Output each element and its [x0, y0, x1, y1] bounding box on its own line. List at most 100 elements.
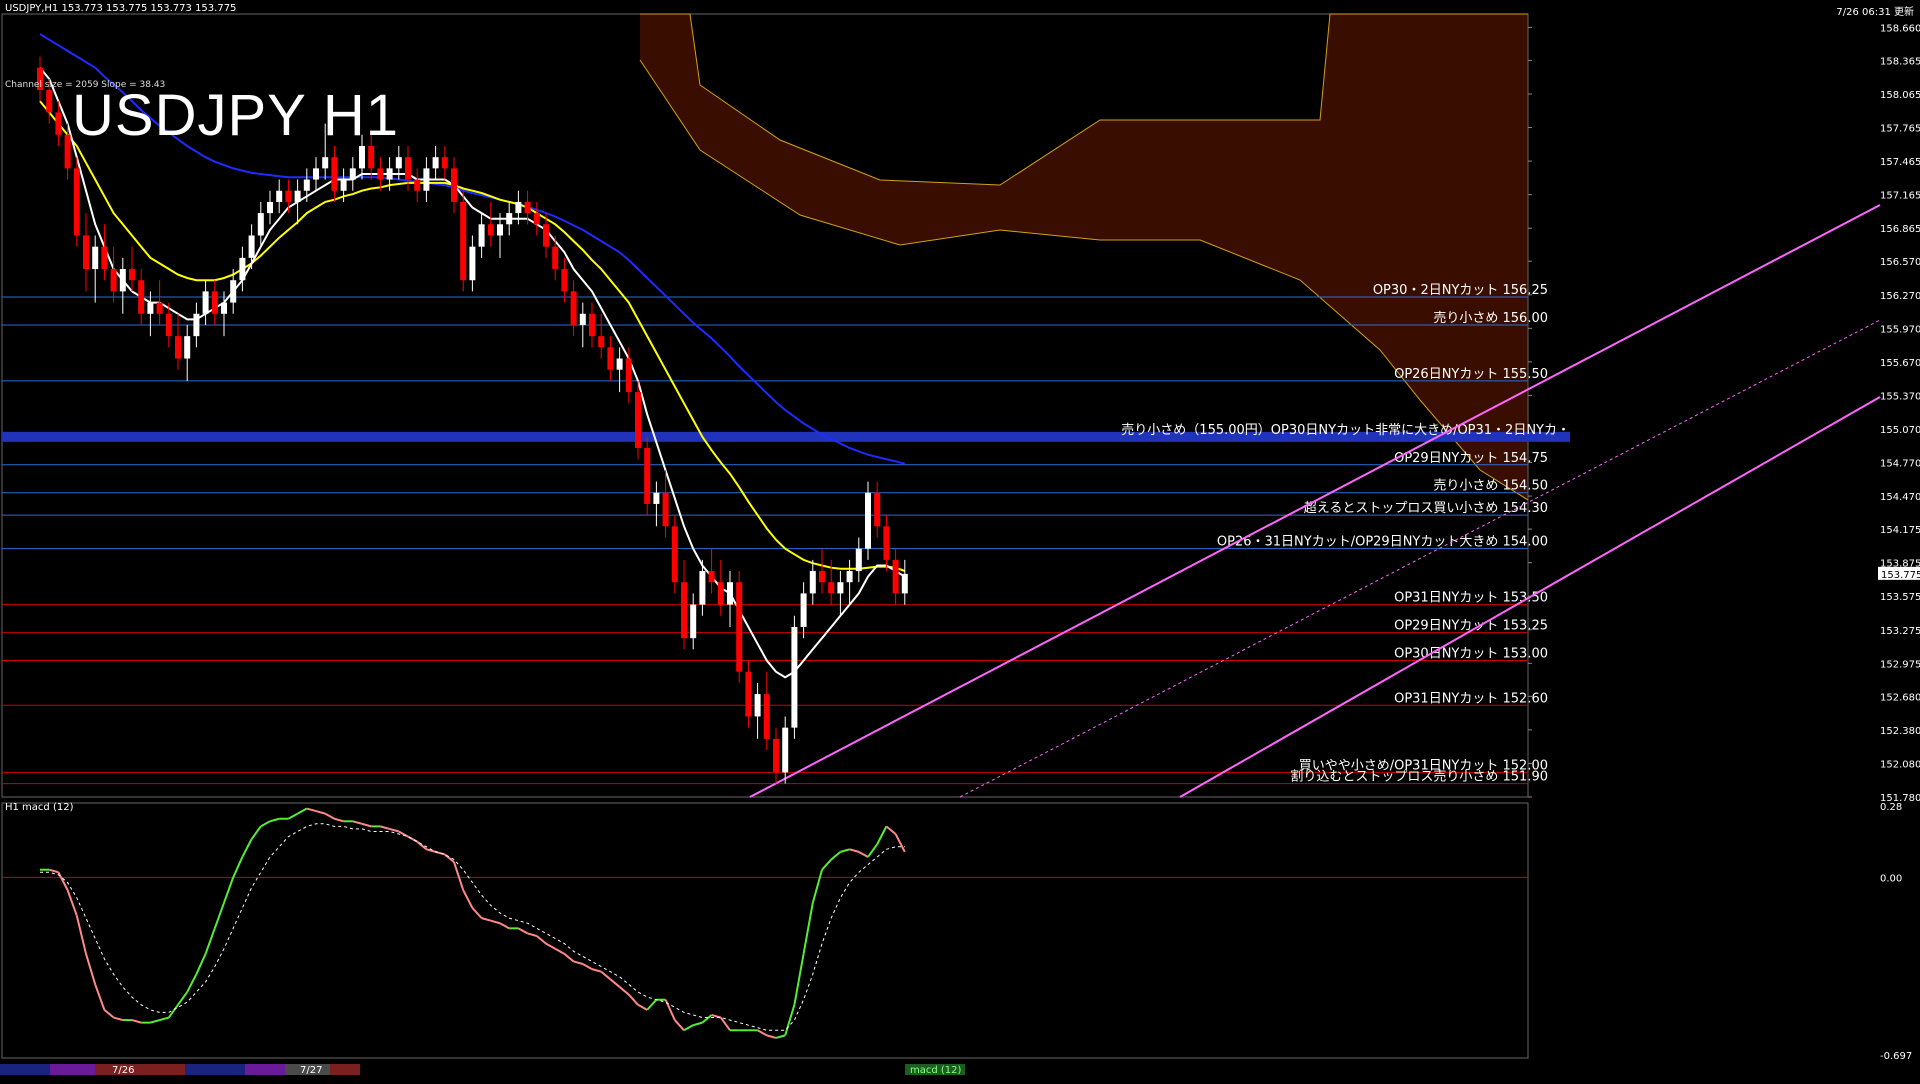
candle-body — [55, 112, 62, 135]
y-tick-label: 153.575 — [1880, 592, 1920, 603]
candle-body — [405, 157, 411, 180]
macd-main-segment — [481, 917, 492, 922]
candle-body — [119, 269, 126, 292]
macd-main-segment — [352, 820, 363, 825]
y-tick-label: 156.570 — [1880, 257, 1920, 268]
level-label: 超えるとストップロス買い小さめ 154.30 — [1304, 501, 1548, 516]
macd-main-segment — [85, 953, 97, 985]
y-tick-label: 156.270 — [1880, 291, 1920, 302]
macd-main-segment — [48, 868, 59, 874]
macd-main-segment — [75, 915, 87, 955]
macd-main-segment — [628, 993, 639, 1006]
candle-body — [736, 582, 743, 672]
level-label: OP26・31日NYカット/OP29日NYカット大きめ 154.00 — [1217, 535, 1548, 550]
candle-body — [598, 336, 605, 348]
macd-main-segment — [204, 927, 216, 955]
macd-main-segment — [591, 968, 602, 973]
candle-body — [73, 168, 80, 236]
candle-body — [303, 179, 310, 191]
candle-body — [809, 571, 816, 594]
level-label: OP30・2日NYカット 156.25 — [1373, 283, 1548, 298]
macd-main-segment — [849, 848, 860, 853]
macd-main-segment — [232, 856, 244, 878]
symbol-header: USDJPY,H1 153.773 153.775 153.773 153.77… — [5, 3, 237, 14]
macd-main-segment — [876, 825, 888, 845]
level-label: 売り小さめ（155.00円）OP30日NYカット非常に大きめ/OP31・2日NY… — [1121, 422, 1570, 438]
candle-body — [441, 157, 448, 169]
candle-body — [101, 246, 108, 270]
macd-tick-label: 0.28 — [1880, 802, 1902, 813]
y-tick-label: 152.380 — [1880, 726, 1920, 737]
y-tick-label: 154.470 — [1880, 492, 1920, 503]
macd-main-segment — [821, 858, 832, 871]
candle-body — [543, 224, 549, 247]
macd-main-segment — [719, 1016, 731, 1031]
candle-body — [883, 526, 890, 560]
y-tick-label: 152.975 — [1880, 659, 1920, 670]
level-label: OP30日NYカット 153.00 — [1394, 647, 1548, 662]
macd-tag: macd (12) — [910, 1065, 962, 1076]
y-tick-label: 157.465 — [1880, 157, 1920, 168]
candle-body — [368, 145, 375, 169]
candle-body — [901, 573, 908, 594]
candle-body — [717, 582, 724, 605]
candle-body — [782, 727, 789, 773]
macd-main-segment — [260, 820, 271, 828]
chart-canvas[interactable]: OP30・2日NYカット 156.25 売り小さめ 156.00 OP26日NYカッ… — [0, 0, 1920, 1080]
candle-body — [708, 571, 715, 583]
macd-panel[interactable]: 0.28 0.00 -0.697 — [1, 802, 1912, 1062]
candle-body — [561, 269, 568, 292]
macd-main-segment — [389, 827, 400, 833]
macd-main-segment — [701, 1014, 713, 1024]
candle-body — [791, 626, 798, 728]
macd-main-segment — [462, 889, 474, 909]
macd-main-segment — [223, 877, 235, 904]
y-tick-label: 157.165 — [1880, 191, 1920, 202]
macd-main-segment — [57, 871, 69, 891]
macd-tick-label: 0.00 — [1880, 873, 1902, 884]
candle-body — [359, 145, 365, 169]
macd-main-segment — [499, 922, 510, 930]
level-label: 売り小さめ 154.50 — [1433, 478, 1548, 494]
tab-color-6 — [245, 1064, 285, 1075]
macd-main-segment — [573, 960, 584, 965]
candle-body — [156, 302, 163, 314]
channel-upper-line — [749, 204, 1881, 798]
chart-window[interactable]: OP30・2日NYカット 156.25 売り小さめ 156.00 OP26日NYカッ… — [0, 0, 1920, 1080]
candle-body — [828, 582, 835, 594]
macd-main-segment — [315, 810, 326, 815]
macd-main-segment — [545, 942, 556, 950]
macd-main-segment — [195, 953, 207, 975]
candle-body — [294, 190, 301, 202]
date-label-0727[interactable]: 7/27 — [300, 1065, 322, 1076]
candle-body — [506, 213, 513, 225]
level-label: OP31日NYカット 153.50 — [1394, 591, 1548, 606]
macd-main-segment — [471, 907, 483, 919]
candle-body — [773, 738, 779, 773]
candle-body — [276, 190, 283, 202]
y-tick-label: 154.770 — [1880, 459, 1920, 470]
macd-main-segment — [324, 812, 335, 820]
candle-body — [892, 559, 899, 594]
macd-main-segment — [250, 825, 262, 840]
candle-body — [377, 168, 384, 180]
date-label-0726[interactable]: 7/26 — [112, 1065, 134, 1076]
tab-color-5 — [185, 1064, 245, 1075]
candle-body — [193, 313, 200, 337]
macd-main-segment — [757, 1029, 768, 1037]
candle-body — [349, 168, 356, 180]
y-tick-label: 156.865 — [1880, 224, 1920, 235]
y-tick-label: 155.370 — [1880, 391, 1920, 402]
candle-body — [874, 492, 881, 527]
macd-main-segment — [66, 889, 78, 916]
y-tick-label: 157.765 — [1880, 124, 1920, 135]
macd-main-segment — [213, 902, 225, 929]
macd-main-segment — [536, 935, 547, 945]
macd-signal-line — [40, 823, 905, 1031]
candle-body — [625, 358, 632, 393]
y-tick-label: 158.365 — [1880, 56, 1920, 67]
macd-main-segment — [840, 848, 850, 853]
candle-body — [819, 571, 825, 583]
candle-body — [165, 313, 172, 337]
candle-body — [533, 213, 540, 225]
